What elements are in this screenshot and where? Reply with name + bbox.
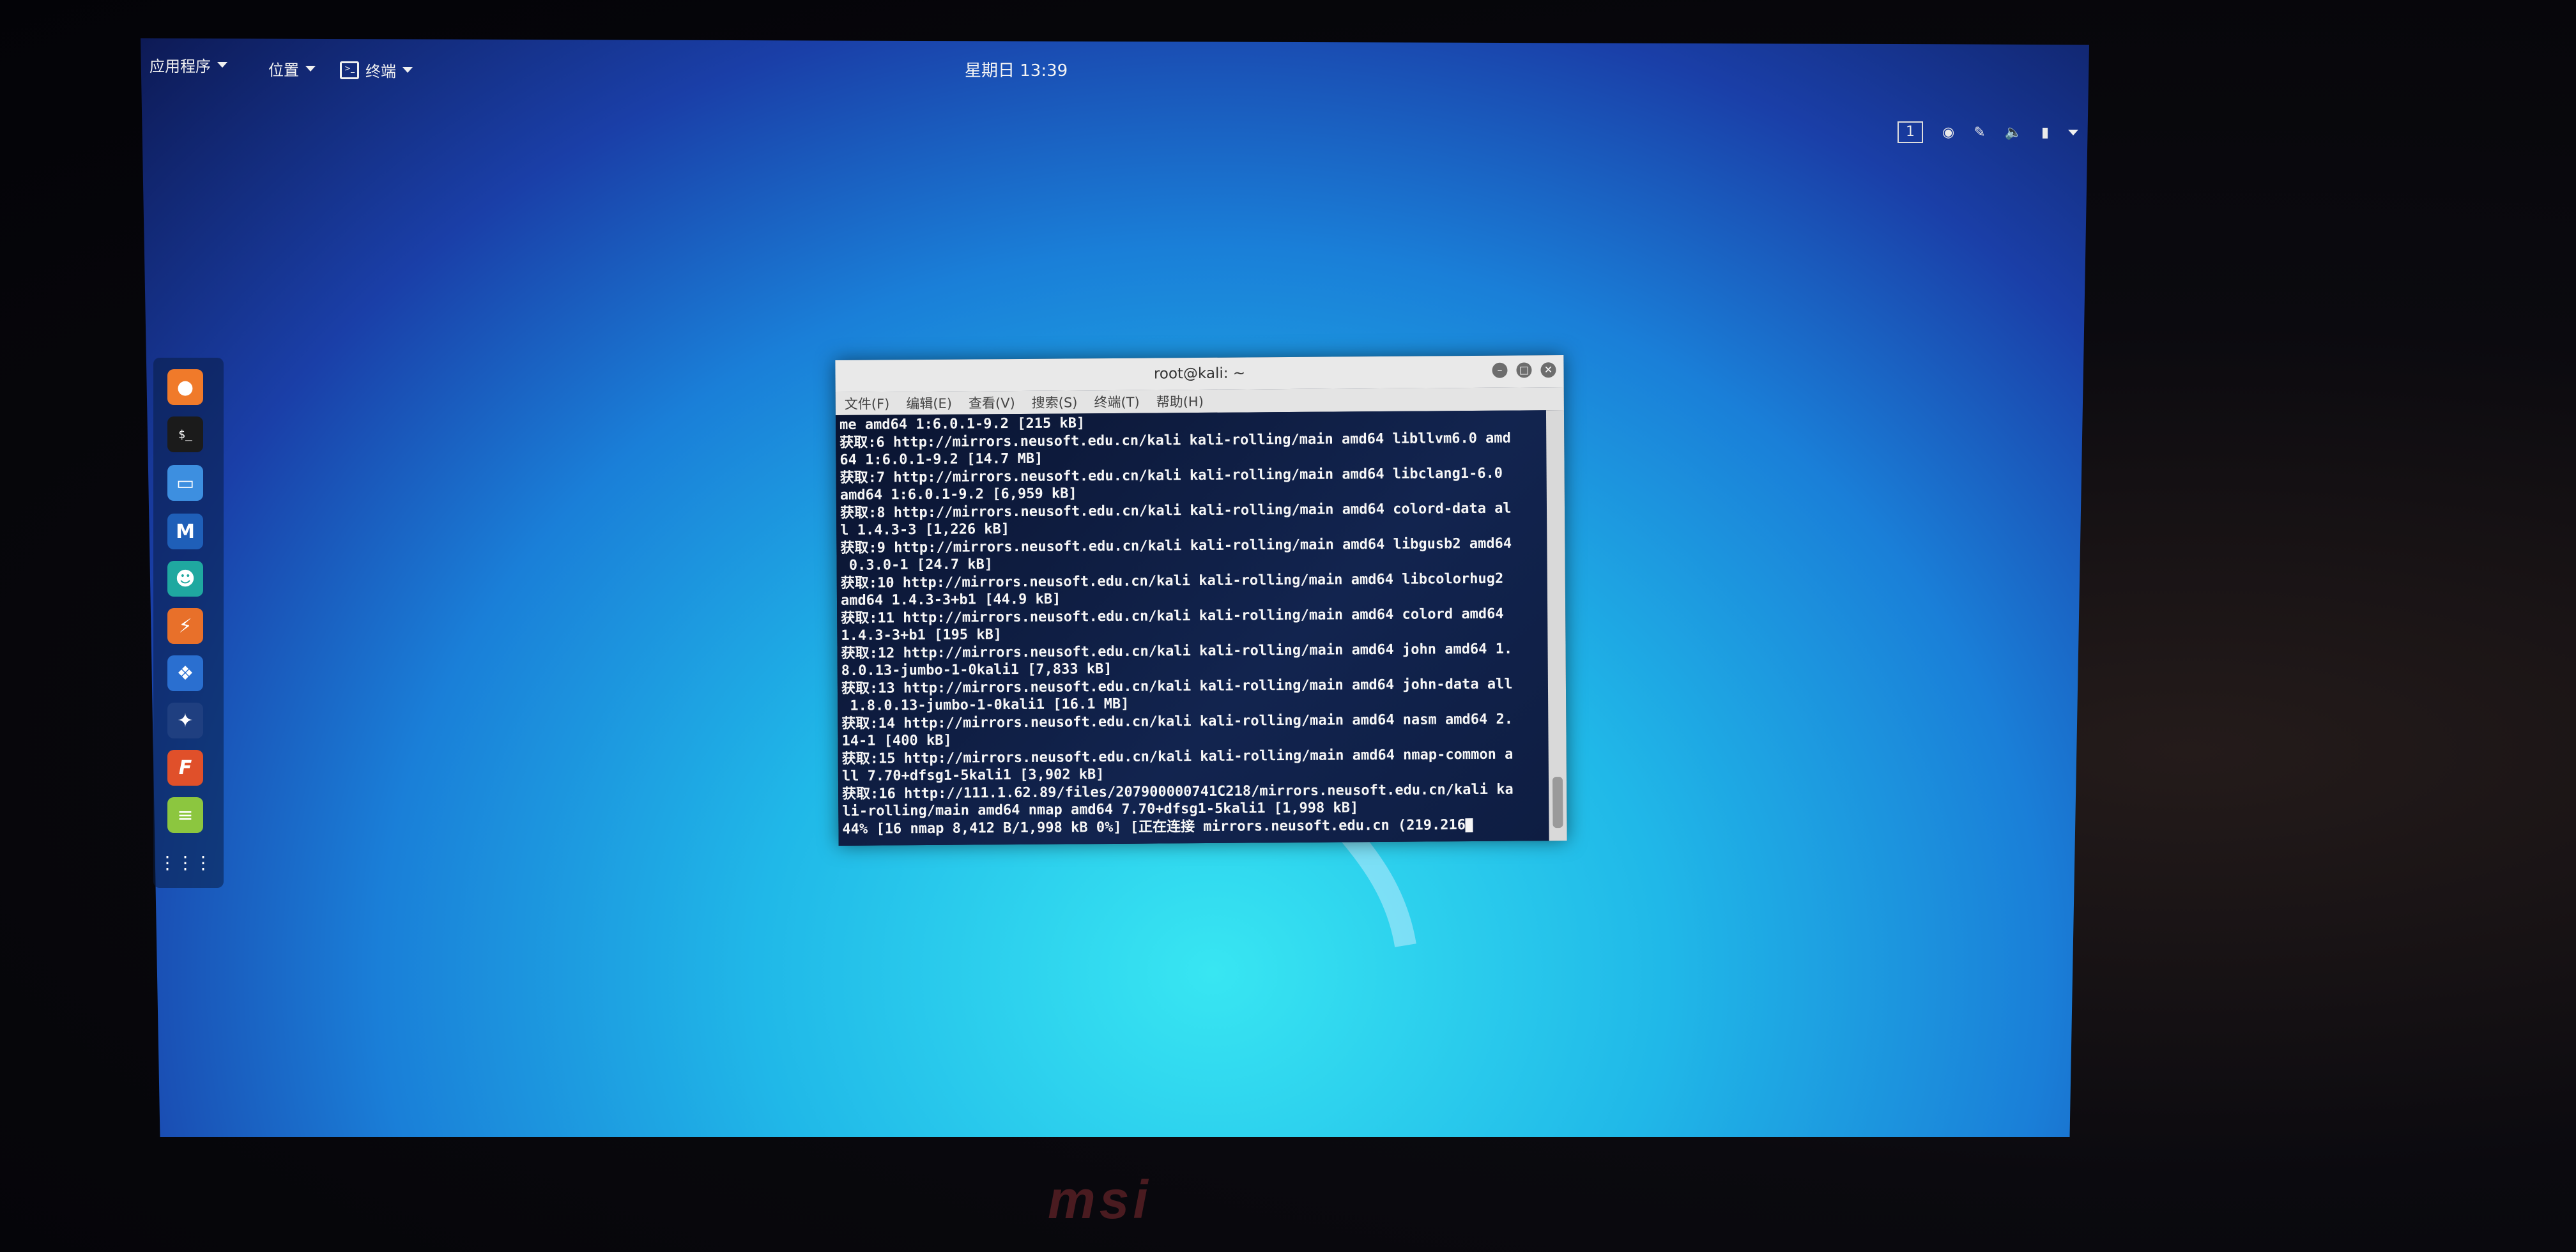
network-icon[interactable]: ◉ [1942,125,1954,141]
burpsuite-icon[interactable]: ⚡ [167,608,203,644]
menu-view[interactable]: 查看(V) [969,393,1015,413]
scrollbar[interactable] [1545,410,1567,841]
metasploit-icon[interactable]: M [167,514,203,549]
workspace-indicator[interactable]: 1 [1897,121,1923,143]
pen-icon[interactable]: ✎ [1974,125,1985,141]
firefox-icon[interactable]: ● [167,369,203,405]
armitage-icon[interactable]: ☻ [167,561,203,597]
chevron-down-icon [217,62,227,68]
terminal-icon: >_ [340,61,359,79]
terminal-app-menu[interactable]: >_ 终端 [340,59,413,81]
places-menu[interactable]: 位置 [268,57,316,80]
progress-text: 44% [16 nmap 8,412 B/1,998 kB 0%] [正在连接 … [842,816,1466,837]
chevron-down-icon [305,66,316,72]
menu-file[interactable]: 文件(F) [845,393,890,413]
text-cursor [1465,818,1473,832]
clock[interactable]: 星期日 13:39 [965,57,1068,81]
dock: ● $_ ▭ M ☻ ⚡ ❖ ✦ F ≡ ⋮⋮⋮ [153,358,224,888]
menu-terminal[interactable]: 终端(T) [1094,392,1139,411]
battery-icon[interactable]: ▮ [2041,125,2049,141]
terminal-titlebar[interactable]: root@kali: ~ – □ ✕ [835,355,1564,392]
places-label: 位置 [268,61,299,79]
show-apps-icon[interactable]: ⋮⋮⋮ [158,844,212,880]
window-title: root@kali: ~ [1153,365,1246,383]
notes-icon[interactable]: ≡ [167,797,203,833]
beef-icon[interactable]: ❖ [167,655,203,691]
close-button[interactable]: ✕ [1540,362,1556,378]
terminal-window[interactable]: root@kali: ~ – □ ✕ 文件(F) 编辑(E) 查看(V) 搜索(… [835,355,1567,846]
chevron-down-icon [402,67,413,73]
applications-menu[interactable]: 应用程序 [150,54,227,76]
menu-search[interactable]: 搜索(S) [1032,392,1078,411]
leafpad-icon[interactable]: F [167,750,203,786]
terminal-output[interactable]: me amd64 1:6.0.1-9.2 [215 kB] 获取:6 http:/… [835,410,1549,846]
files-icon[interactable]: ▭ [167,465,203,501]
system-tray[interactable]: 1 ◉ ✎ 🔈 ▮ [1897,121,2079,143]
faraday-icon[interactable]: ✦ [167,703,203,738]
menu-help[interactable]: 帮助(H) [1156,392,1204,411]
volume-icon[interactable]: 🔈 [2005,125,2022,141]
chevron-down-icon[interactable] [2068,129,2079,135]
terminal-icon[interactable]: $_ [167,416,203,452]
top-panel: 应用程序 位置 >_ 终端 [141,38,2089,141]
menu-edit[interactable]: 编辑(E) [906,393,952,413]
minimize-button[interactable]: – [1492,362,1508,378]
maximize-button[interactable]: □ [1516,362,1532,378]
applications-label: 应用程序 [150,57,211,75]
terminal-app-label: 终端 [365,63,396,80]
msi-logo: msi [1048,1170,1152,1230]
scrollbar-thumb[interactable] [1552,777,1563,828]
